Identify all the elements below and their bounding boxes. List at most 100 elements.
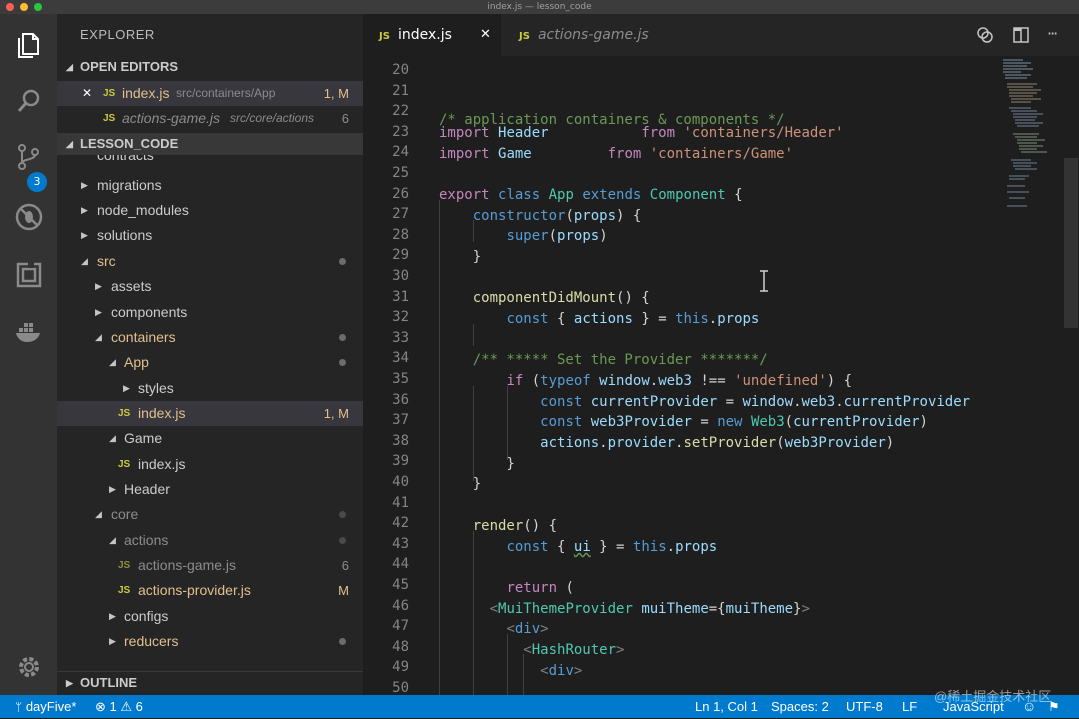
- code-line: componentDidMount() {: [472, 290, 650, 306]
- js-file-icon: JS: [103, 88, 116, 99]
- split-editor-icon[interactable]: [1011, 25, 1031, 45]
- line-number: 43: [392, 535, 409, 552]
- line-number: 38: [392, 432, 409, 449]
- js-file-icon: JS: [118, 560, 131, 571]
- extensions-icon[interactable]: [14, 260, 44, 290]
- line-number: 21: [392, 82, 409, 99]
- line-number: 46: [392, 597, 409, 614]
- editor-scrollbar[interactable]: [1063, 56, 1079, 695]
- cursor-position[interactable]: Ln 1, Col 1: [695, 695, 758, 718]
- tree-item[interactable]: ▶ migrations: [57, 173, 363, 198]
- text-cursor-icon: [759, 270, 769, 292]
- line-number: 49: [392, 659, 409, 676]
- open-editor-item[interactable]: ✕ JS index.js src/containers/App 1, M: [57, 81, 363, 106]
- chevron-right-icon: ▶: [109, 636, 116, 646]
- modified-dot: [339, 537, 346, 544]
- chevron-down-icon: ◢: [81, 256, 88, 266]
- minimize-window-button[interactable]: [20, 3, 28, 11]
- line-number: 35: [392, 371, 409, 387]
- tree-item[interactable]: JS index.js: [57, 452, 363, 477]
- encoding[interactable]: UTF-8: [846, 695, 883, 718]
- minimap[interactable]: [999, 56, 1063, 216]
- maximize-window-button[interactable]: [34, 3, 42, 11]
- tab-index-js[interactable]: JS index.js ✕: [363, 14, 501, 56]
- code-line: }: [439, 249, 482, 265]
- open-editors-header[interactable]: ◢ OPEN EDITORS: [57, 56, 363, 78]
- close-window-button[interactable]: [6, 3, 14, 11]
- debug-icon[interactable]: [14, 202, 44, 232]
- code-line: return (: [506, 580, 574, 596]
- chevron-right-icon: ▶: [95, 281, 102, 291]
- chevron-right-icon: ▶: [81, 180, 88, 190]
- explorer-sidebar: EXPLORER ◢ OPEN EDITORS ✕ JS index.js sr…: [57, 14, 363, 695]
- js-file-icon: JS: [118, 408, 131, 419]
- chevron-down-icon: ◢: [66, 62, 73, 72]
- problems-indicator[interactable]: ⊗ 1 ⚠ 6: [95, 695, 143, 718]
- indentation[interactable]: Spaces: 2: [771, 695, 829, 718]
- tree-item[interactable]: contracts: [57, 155, 363, 167]
- tree-item[interactable]: ▶ configs: [57, 604, 363, 629]
- explorer-icon[interactable]: [14, 30, 44, 60]
- branch-indicator[interactable]: ᛘ dayFive*: [15, 695, 76, 719]
- tree-item[interactable]: ▶ Header: [57, 477, 363, 502]
- chevron-down-icon: ◢: [109, 433, 116, 443]
- tree-item[interactable]: JS actions-game.js 6: [57, 553, 363, 578]
- chevron-right-icon: ▶: [81, 230, 88, 240]
- warning-icon: ⚠: [120, 699, 133, 714]
- close-icon[interactable]: ✕: [480, 14, 491, 56]
- code-line: ' ' ' ,: [616, 56, 996, 66]
- js-file-icon: JS: [118, 459, 131, 470]
- code-line: <MuiThemeProvider muiTheme={muiTheme}>: [489, 601, 810, 617]
- line-number: 45: [392, 577, 409, 593]
- tree-item[interactable]: ◢ Game: [57, 426, 363, 451]
- modified-dot: [339, 638, 346, 645]
- close-icon[interactable]: ✕: [82, 81, 92, 106]
- outline-header[interactable]: ▶ OUTLINE: [57, 671, 363, 694]
- js-file-icon: JS: [519, 31, 530, 42]
- tree-item[interactable]: ▶ solutions: [57, 223, 363, 248]
- code-line: import Header from 'containers/Header': [439, 125, 844, 141]
- code-line: const { actions } = this.props: [506, 311, 760, 327]
- chevron-right-icon: ▶: [95, 307, 102, 317]
- tree-item[interactable]: ◢ containers: [57, 325, 363, 350]
- line-number: 50: [392, 680, 409, 695]
- more-actions-icon[interactable]: ···: [1047, 25, 1067, 45]
- chevron-right-icon: ▶: [123, 383, 130, 393]
- tree-item-active[interactable]: JS index.js 1, M: [57, 401, 363, 426]
- code-line: export class App extends Component {: [439, 187, 743, 203]
- tree-item[interactable]: ◢ core: [57, 502, 363, 527]
- window-title: index.js — lesson_code: [487, 2, 592, 12]
- tree-item[interactable]: ◢ src: [57, 249, 363, 274]
- git-branch-icon: ᛘ: [15, 700, 23, 714]
- tree-item[interactable]: ▶ assets: [57, 274, 363, 299]
- scm-count-badge: 3: [27, 172, 47, 192]
- gear-icon[interactable]: [14, 652, 44, 682]
- chevron-down-icon: ◢: [95, 509, 102, 519]
- chevron-down-icon: ◢: [109, 357, 116, 367]
- code-editor[interactable]: 20 21 22 23 24 25 26 27 28 29 30 31 32 33 34 35 36 37 38 39…: [363, 56, 1079, 695]
- tree-item[interactable]: ▶ reducers: [57, 629, 363, 654]
- tree-item[interactable]: ▶ components: [57, 300, 363, 325]
- line-number: 28: [392, 226, 409, 243]
- line-number: 36: [392, 391, 409, 408]
- tree-item[interactable]: ◢ actions: [57, 528, 363, 553]
- chevron-down-icon: ◢: [66, 139, 73, 149]
- source-control-icon[interactable]: [14, 142, 44, 172]
- end-of-line[interactable]: LF: [902, 695, 917, 718]
- code-line: render() {: [472, 518, 558, 534]
- status-bar: ᛘ dayFive* ⊗ 1 ⚠ 6 Ln 1, Col 1 Spaces: 2…: [0, 689, 1079, 719]
- tree-item[interactable]: ◢ App: [57, 350, 363, 375]
- tab-actions-game-js[interactable]: JS actions-game.js: [519, 14, 649, 56]
- tree-item[interactable]: ▶ styles: [57, 376, 363, 401]
- search-icon[interactable]: [14, 86, 44, 116]
- docker-icon[interactable]: [14, 316, 44, 346]
- workspace-header[interactable]: ◢ LESSON_CODE: [57, 133, 363, 155]
- tree-item[interactable]: JS actions-provider.js M: [57, 578, 363, 603]
- code-line: if (typeof window.web3 !== 'undefined') …: [506, 373, 853, 389]
- scrollbar-thumb[interactable]: [1064, 158, 1078, 328]
- open-editor-item[interactable]: JS actions-game.js src/core/actions 6: [57, 106, 363, 131]
- watermark: @稀土掘金技术社区: [934, 689, 1052, 704]
- tree-item[interactable]: ▶ node_modules: [57, 198, 363, 223]
- modified-dot: [339, 258, 346, 265]
- open-changes-icon[interactable]: [975, 25, 995, 45]
